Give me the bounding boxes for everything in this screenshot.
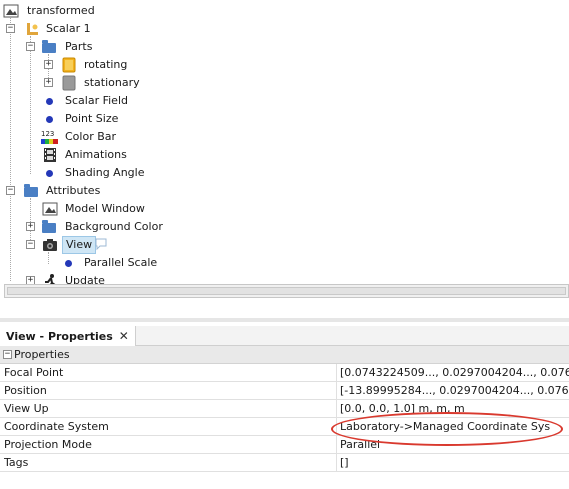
property-name: Position: [4, 384, 47, 397]
collapse-toggle[interactable]: −: [26, 240, 35, 249]
properties-tab-title: View - Properties: [6, 329, 113, 343]
property-name: Projection Mode: [4, 438, 92, 451]
property-name: Tags: [4, 456, 29, 469]
tree-node-label: Shading Angle: [65, 166, 145, 179]
tree-node-point-size[interactable]: Point Size: [0, 110, 569, 128]
tree-node-label: Parts: [65, 40, 93, 53]
tree-node-parallel-scale[interactable]: Parallel Scale: [0, 254, 569, 272]
simulation-tree[interactable]: transformed − Scalar 1 − Parts + rotatin…: [0, 0, 569, 284]
column-divider: [336, 400, 337, 418]
collapse-toggle[interactable]: −: [6, 186, 15, 195]
property-name: Coordinate System: [4, 420, 109, 433]
property-dot-icon: [42, 111, 58, 127]
folder-icon: [42, 39, 58, 55]
color-bar-icon-text: 123: [41, 130, 54, 138]
tree-node-label: Update: [65, 274, 105, 284]
running-man-icon: [42, 273, 58, 284]
scene-icon: [3, 3, 19, 19]
tree-node-label: Color Bar: [65, 130, 117, 143]
tree-node-update[interactable]: + Update: [0, 272, 569, 284]
section-label: Properties: [14, 348, 70, 361]
close-icon[interactable]: ✕: [119, 329, 129, 343]
folder-icon: [24, 183, 40, 199]
horizontal-scrollbar[interactable]: [4, 284, 569, 298]
color-bar-icon: 123: [40, 128, 60, 146]
column-divider: [336, 382, 337, 400]
scrollbar-thumb[interactable]: [7, 287, 566, 295]
annotation-ellipse: [331, 412, 563, 446]
tree-node-label: rotating: [84, 58, 128, 71]
tree-node-color-bar[interactable]: 123 Color Bar: [0, 128, 569, 146]
property-name: Focal Point: [4, 366, 64, 379]
property-value[interactable]: []: [340, 454, 569, 472]
property-dot-icon: [61, 255, 77, 271]
property-value[interactable]: [-13.89995284..., 0.0297004204..., 0.076…: [340, 382, 569, 400]
tree-node-label: Model Window: [65, 202, 145, 215]
picture-icon: [42, 201, 58, 217]
tree-node-scalar[interactable]: − Scalar 1: [0, 20, 569, 38]
tree-node-label: Attributes: [46, 184, 101, 197]
properties-section-header[interactable]: − Properties: [0, 346, 569, 364]
collapse-toggle[interactable]: −: [3, 350, 12, 359]
property-dot-icon: [42, 165, 58, 181]
tree-node-label: Parallel Scale: [84, 256, 158, 269]
tree-node-attributes[interactable]: − Attributes: [0, 182, 569, 200]
tree-node-scalar-field[interactable]: Scalar Field: [0, 92, 569, 110]
tree-node-label: Background Color: [65, 220, 163, 233]
property-dot-icon: [42, 93, 58, 109]
expand-toggle[interactable]: +: [26, 222, 35, 231]
tree-node-label: Point Size: [65, 112, 119, 125]
tree-node-label: Scalar Field: [65, 94, 128, 107]
region-icon: [61, 57, 77, 73]
comment-bubble-icon[interactable]: [94, 237, 110, 253]
tree-node-shading-angle[interactable]: Shading Angle: [0, 164, 569, 182]
collapse-toggle[interactable]: −: [26, 42, 35, 51]
folder-icon: [42, 219, 58, 235]
tree-node-rotating[interactable]: + rotating: [0, 56, 569, 74]
column-divider: [336, 364, 337, 382]
tree-node-root[interactable]: transformed: [0, 2, 569, 20]
property-value[interactable]: [0.0743224509..., 0.0297004204..., 0.076…: [340, 364, 569, 382]
properties-tab-bar: View - Properties ✕: [0, 326, 569, 346]
tree-node-label: stationary: [84, 76, 140, 89]
tree-node-label-selected: View: [62, 236, 97, 254]
region-icon: [61, 75, 77, 91]
collapse-toggle[interactable]: −: [6, 24, 15, 33]
tree-node-stationary[interactable]: + stationary: [0, 74, 569, 92]
properties-tab[interactable]: View - Properties ✕: [0, 326, 136, 346]
expand-toggle[interactable]: +: [26, 276, 35, 284]
tree-node-view[interactable]: − View: [0, 236, 569, 254]
tree-node-label: transformed: [27, 4, 95, 17]
expand-toggle[interactable]: +: [44, 78, 53, 87]
panel-divider[interactable]: [0, 318, 569, 322]
expand-toggle[interactable]: +: [44, 60, 53, 69]
tree-node-background-color[interactable]: + Background Color: [0, 218, 569, 236]
property-row-tags[interactable]: Tags []: [0, 454, 569, 472]
tree-node-label: Scalar 1: [46, 22, 91, 35]
film-icon: [42, 147, 58, 163]
scalar-icon: [24, 21, 40, 37]
tree-node-parts[interactable]: − Parts: [0, 38, 569, 56]
property-row-focal-point[interactable]: Focal Point [0.0743224509..., 0.02970042…: [0, 364, 569, 382]
column-divider: [336, 454, 337, 472]
column-divider: [336, 436, 337, 454]
tree-node-animations[interactable]: Animations: [0, 146, 569, 164]
property-row-position[interactable]: Position [-13.89995284..., 0.0297004204.…: [0, 382, 569, 400]
tree-node-model-window[interactable]: Model Window: [0, 200, 569, 218]
property-name: View Up: [4, 402, 49, 415]
tree-node-label: Animations: [65, 148, 127, 161]
camera-icon: [42, 237, 58, 253]
